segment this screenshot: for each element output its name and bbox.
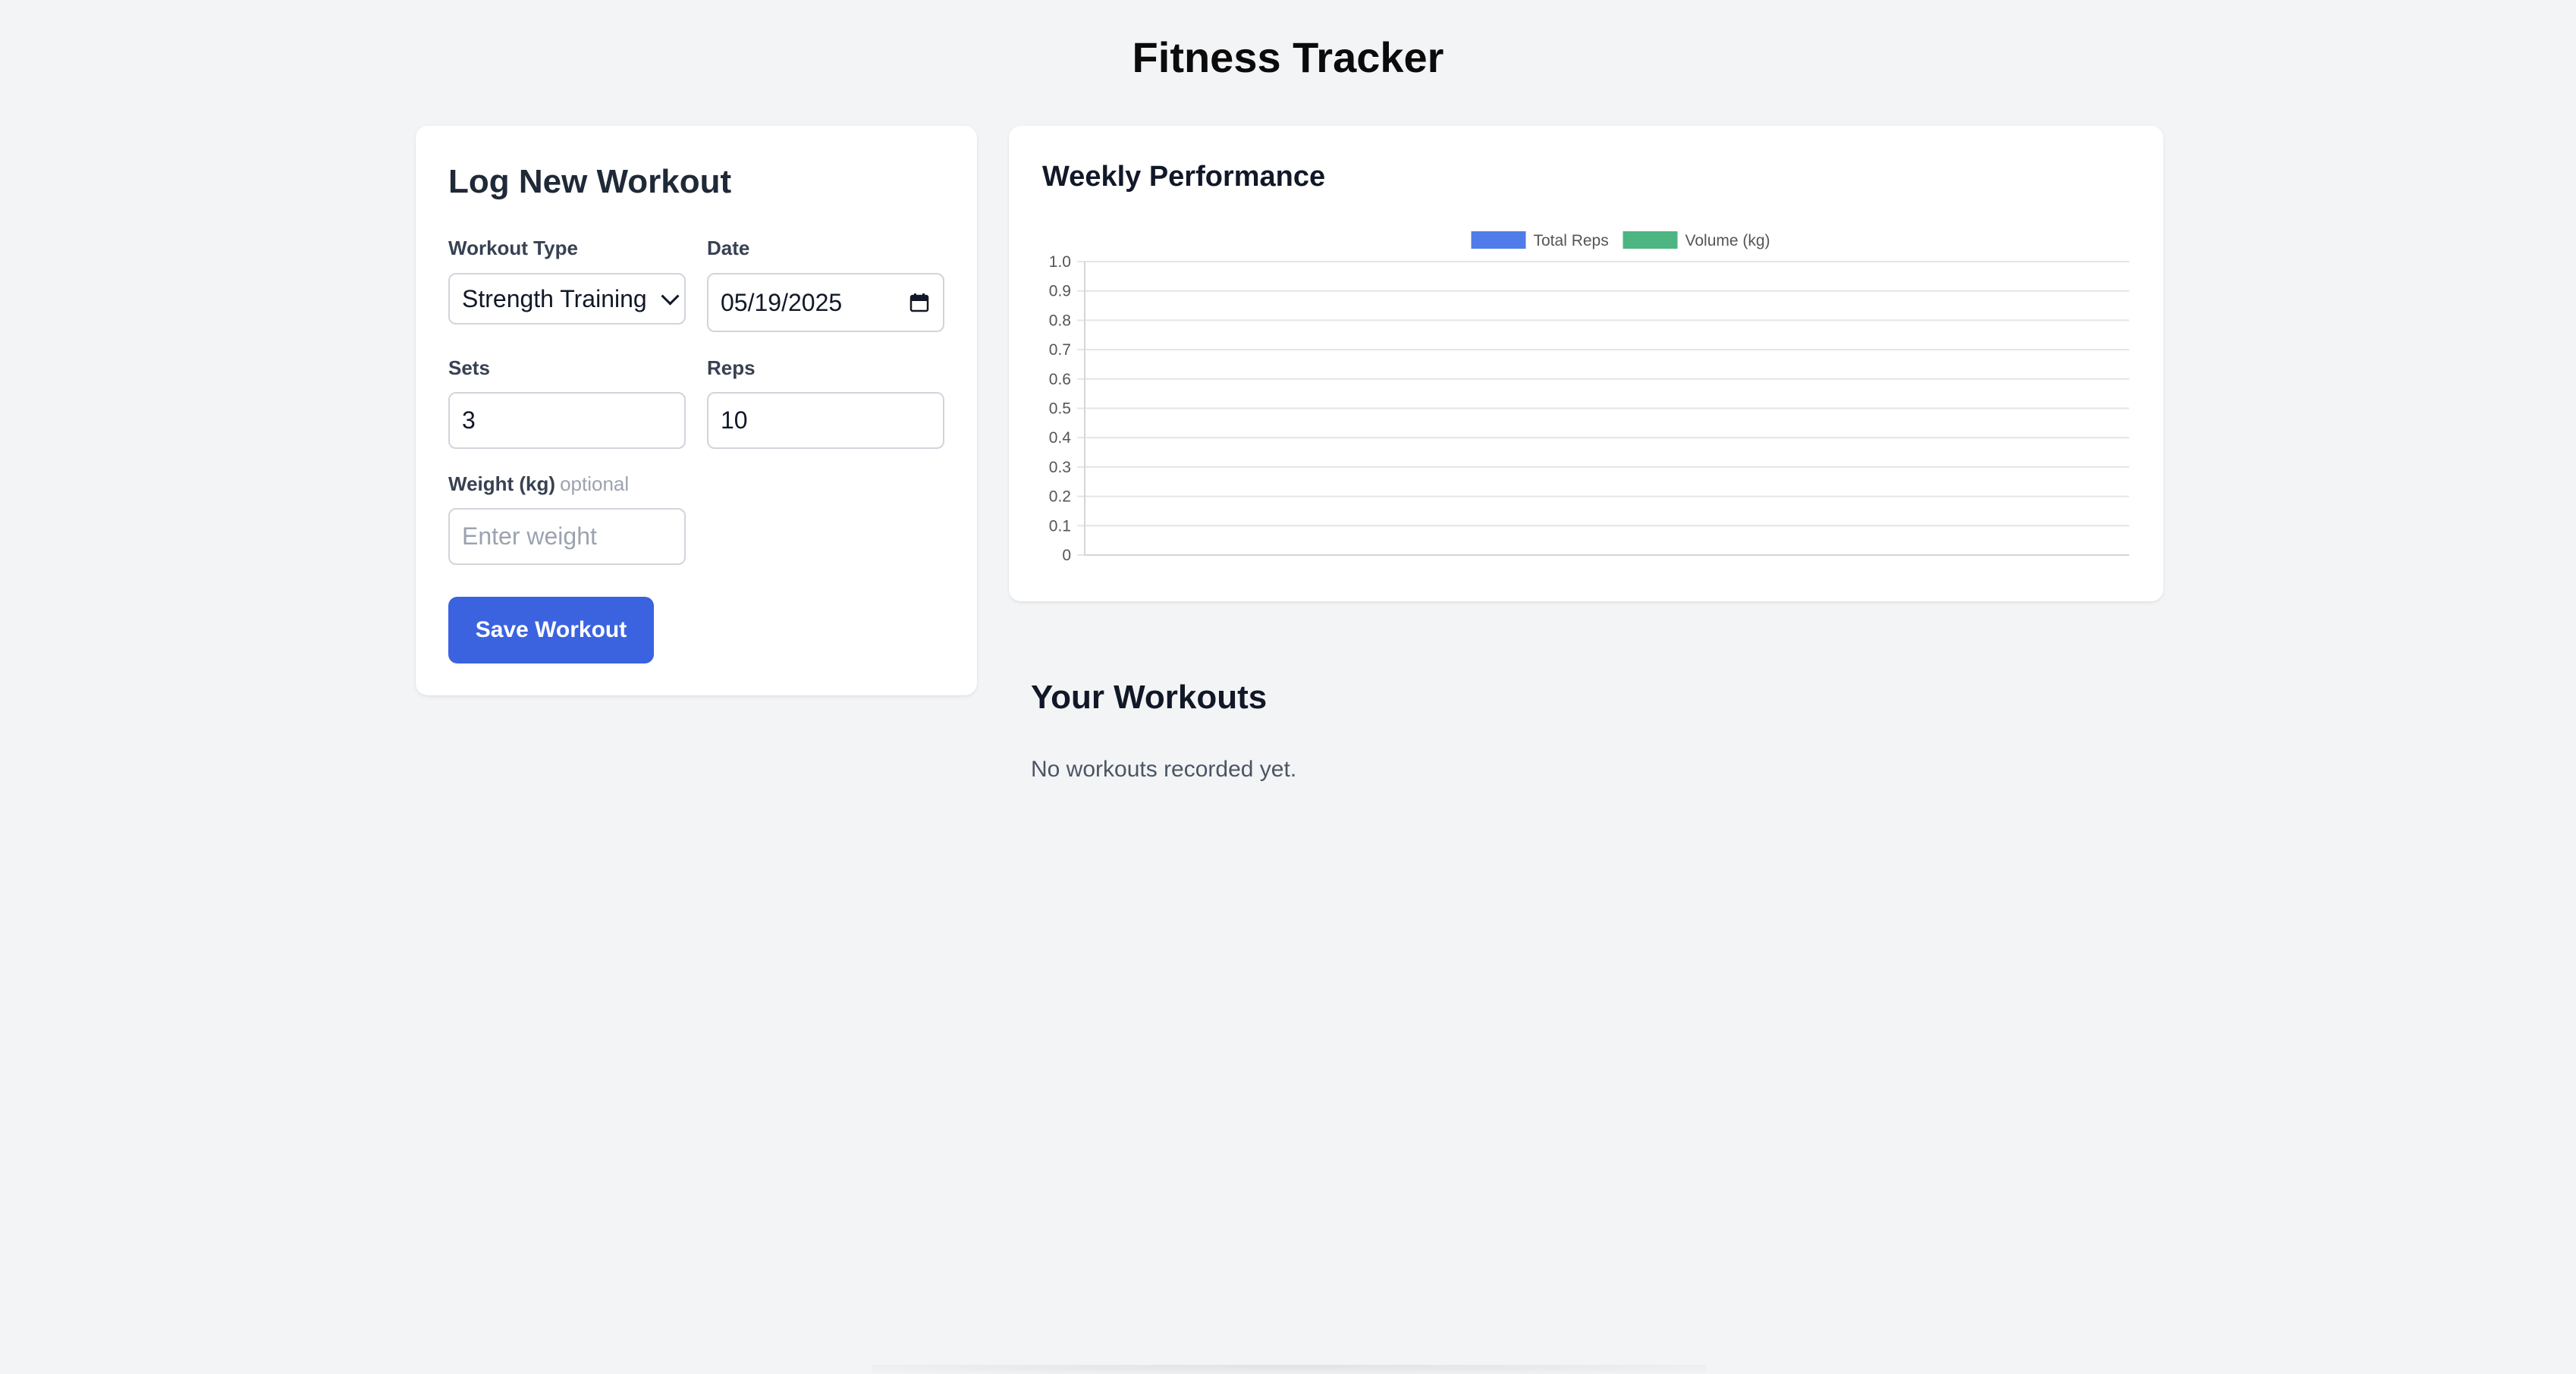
y-tick-label: 0.3	[1049, 459, 1071, 476]
empty-workouts-message: No workouts recorded yet.	[1031, 757, 1297, 782]
reps-value: 10	[721, 406, 748, 434]
y-tick-label: 0.6	[1049, 371, 1071, 388]
calendar-icon[interactable]	[909, 293, 929, 312]
workout-type-value: Strength Training	[462, 284, 647, 312]
date-value: 05/19/2025	[721, 288, 843, 316]
chart-grid	[1077, 261, 2129, 556]
sets-input[interactable]: 3	[448, 392, 686, 449]
weight-input[interactable]: Enter weight	[448, 508, 686, 565]
form-title: Log New Workout	[448, 163, 732, 200]
y-tick-label: 0.9	[1049, 283, 1071, 300]
chart-legend: Total Reps Volume (kg)	[1471, 231, 1770, 249]
weekly-performance-chart: Total Reps Volume (kg) 0 0.1 0.2 0.3 0.4 0.5 0.…	[1049, 231, 2129, 564]
y-tick-label: 0.5	[1049, 400, 1071, 418]
date-input[interactable]: 05/19/2025	[707, 273, 944, 332]
weight-label-text: Weight (kg)	[448, 472, 556, 495]
y-tick-label: 0.1	[1049, 517, 1071, 535]
weight-placeholder: Enter weight	[462, 522, 597, 550]
workouts-title: Your Workouts	[1031, 679, 1268, 716]
sets-value: 3	[462, 406, 476, 434]
app-title: Fitness Tracker	[1132, 33, 1444, 81]
y-tick-label: 1.0	[1049, 253, 1071, 271]
weekly-performance-card: Weekly Performance Total Reps Volume (kg)…	[1009, 126, 2163, 601]
reps-label: Reps	[707, 356, 756, 379]
legend-swatch	[1471, 231, 1526, 249]
legend-label: Total Reps	[1534, 232, 1609, 249]
reps-input[interactable]: 10	[707, 392, 944, 449]
weight-label: Weight (kg) optional	[448, 471, 629, 497]
y-tick-label: 0.8	[1049, 312, 1071, 329]
y-tick-label: 0	[1062, 547, 1071, 564]
legend-label: Volume (kg)	[1685, 232, 1770, 249]
optional-hint: optional	[560, 472, 630, 495]
y-axis-ticks: 0 0.1 0.2 0.3 0.4 0.5 0.6 0.7 0.8 0.9 1.0	[1049, 253, 1072, 564]
chevron-down-icon	[661, 287, 680, 306]
workout-type-label: Workout Type	[448, 237, 578, 259]
y-tick-label: 0.7	[1049, 341, 1071, 359]
save-workout-button[interactable]: Save Workout	[448, 597, 654, 663]
sets-label: Sets	[448, 356, 490, 379]
bottom-shadow	[872, 1365, 1707, 1374]
legend-swatch	[1623, 231, 1678, 249]
y-tick-label: 0.2	[1049, 488, 1071, 506]
workout-type-select[interactable]: Strength Training	[448, 273, 686, 325]
date-label: Date	[707, 237, 750, 259]
y-tick-label: 0.4	[1049, 429, 1072, 447]
